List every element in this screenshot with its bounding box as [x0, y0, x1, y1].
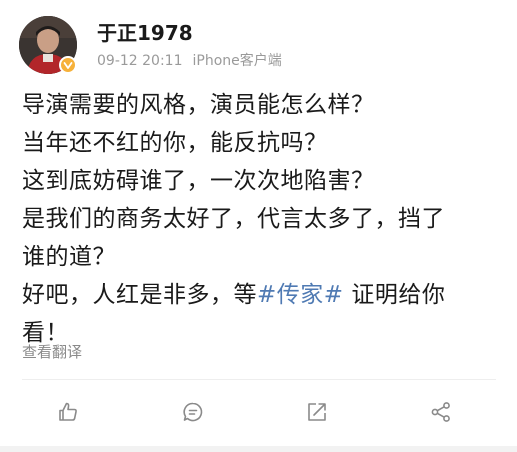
bottom-separator: [0, 446, 517, 452]
content-line: 是我们的商务太好了，代言太多了，挡了: [22, 206, 445, 232]
post-timestamp: 09-12 20:11: [97, 53, 183, 69]
thumbs-up-icon: [59, 402, 77, 421]
comment-icon: [183, 402, 203, 422]
content-text: 好吧，人红是非多，等: [22, 282, 257, 308]
repost-icon: [308, 403, 326, 421]
content-text: 证明给你: [343, 282, 446, 308]
content-line: 当年还不红的你，能反抗吗？: [22, 130, 328, 156]
like-button[interactable]: [53, 397, 83, 427]
share-icon: [431, 402, 450, 422]
verified-badge-icon: [59, 56, 77, 74]
content-line-with-topic: 好吧，人红是非多，等#传家# 证明给你: [22, 276, 502, 314]
post-source: iPhone客户端: [192, 53, 282, 69]
action-bar: [0, 380, 517, 444]
post-card: 于正1978 09-12 20:11 iPhone客户端 导演需要的风格，演员能怎…: [0, 0, 517, 452]
repost-button[interactable]: [302, 397, 332, 427]
post-content: 导演需要的风格，演员能怎么样？ 当年还不红的你，能反抗吗？ 这到底妨碍谁了，一次…: [22, 86, 502, 352]
translate-link[interactable]: 查看翻译: [22, 342, 82, 362]
post-header: 于正1978 09-12 20:11 iPhone客户端: [19, 16, 499, 76]
content-line: 导演需要的风格，演员能怎么样？: [22, 92, 375, 118]
topic-link[interactable]: #传家#: [257, 282, 344, 308]
post-meta: 09-12 20:11 iPhone客户端: [97, 51, 282, 71]
content-line: 谁的道？: [22, 244, 116, 270]
content-line: 看！: [22, 320, 69, 346]
content-line: 这到底妨碍谁了，一次次地陷害？: [22, 168, 375, 194]
share-button[interactable]: [426, 397, 456, 427]
username[interactable]: 于正1978: [97, 20, 193, 46]
comment-button[interactable]: [178, 397, 208, 427]
